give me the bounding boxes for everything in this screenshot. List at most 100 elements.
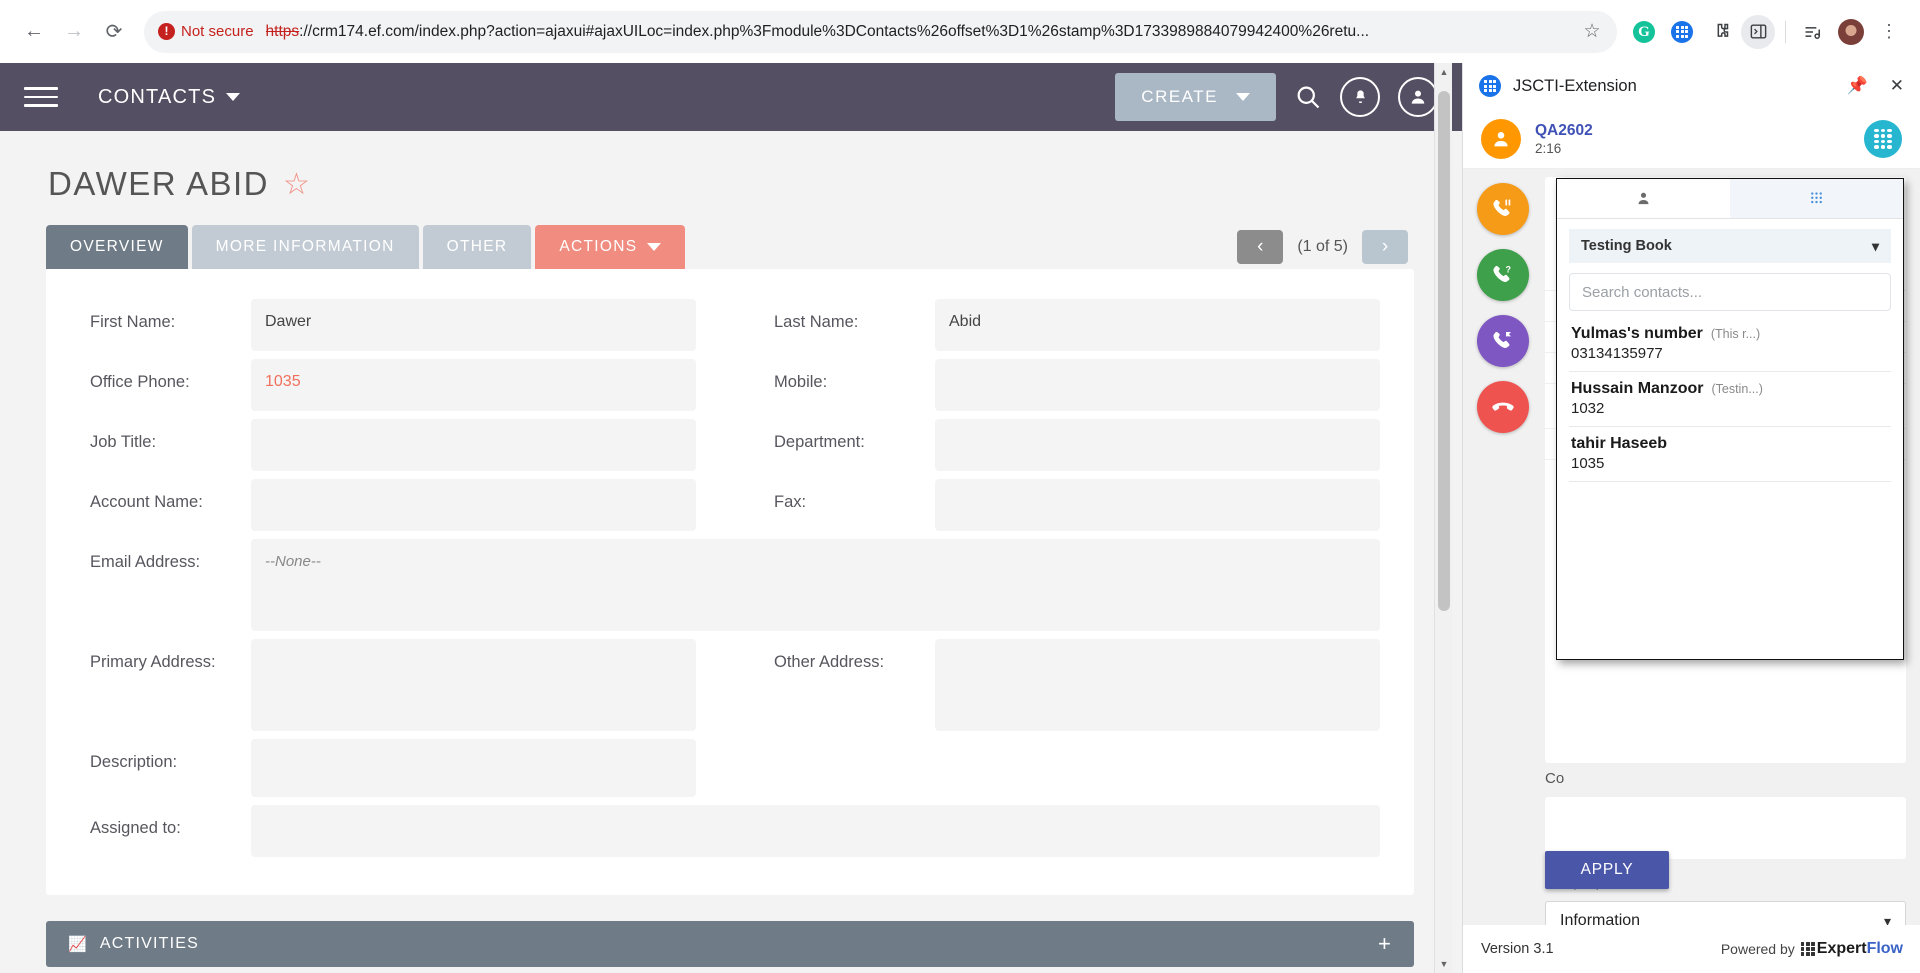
media-playlist-icon[interactable]	[1796, 15, 1830, 49]
field-value[interactable]	[935, 359, 1380, 411]
crm-top-actions: CREATE	[1115, 73, 1438, 121]
chevron-down-icon	[647, 243, 661, 251]
powered-by-label: Powered by	[1721, 941, 1795, 957]
star-icon[interactable]: ☆	[1575, 15, 1609, 49]
tab-label: OTHER	[447, 238, 508, 255]
agent-status-bar: QA2602 2:16	[1463, 109, 1920, 169]
back-arrow-icon[interactable]: ←	[14, 12, 54, 52]
section-activities[interactable]: 📈 ACTIVITIES +	[46, 921, 1414, 967]
field-value[interactable]	[935, 639, 1380, 731]
url-rest: ://crm174.ef.com/index.php?action=ajaxui…	[299, 23, 1369, 40]
hold-call-button[interactable]	[1477, 183, 1529, 235]
field-value[interactable]	[935, 479, 1380, 531]
create-button[interactable]: CREATE	[1115, 73, 1276, 121]
tab-contacts-person[interactable]	[1557, 179, 1730, 218]
actions-dropdown-button[interactable]: ACTIONS	[535, 225, 685, 269]
contacts-search-input[interactable]: Search contacts...	[1569, 273, 1891, 311]
field-label: Office Phone:	[46, 359, 251, 392]
field-value[interactable]	[251, 639, 696, 731]
tab-contacts-dialpad[interactable]	[1730, 179, 1903, 218]
forward-arrow-icon[interactable]: →	[54, 12, 94, 52]
field-spacer	[730, 735, 1414, 801]
tab-overview[interactable]: OVERVIEW	[46, 225, 188, 269]
prev-record-button[interactable]: ‹	[1237, 230, 1283, 264]
field-label: Fax:	[730, 479, 935, 512]
field-label: Email Address:	[46, 539, 251, 572]
field-value[interactable]: --None--	[251, 539, 1380, 631]
field-value[interactable]: Abid	[935, 299, 1380, 351]
expertflow-dots-icon	[1801, 942, 1815, 956]
star-outline-icon[interactable]: ☆	[283, 167, 310, 202]
field-value[interactable]	[935, 419, 1380, 471]
jscti-extension-icon[interactable]	[1665, 15, 1699, 49]
transfer-call-button[interactable]	[1477, 315, 1529, 367]
chrome-menu-icon[interactable]: ⋮	[1872, 15, 1906, 49]
contacts-popup-body: Testing Book ▾ Search contacts... Yulmas…	[1557, 219, 1903, 482]
pager-label: (1 of 5)	[1297, 238, 1348, 256]
field-label: First Name:	[46, 299, 251, 332]
field-office-phone: Office Phone: 1035	[46, 355, 730, 415]
tab-more-information[interactable]: MORE INFORMATION	[192, 225, 419, 269]
extensions-puzzle-icon[interactable]	[1703, 15, 1737, 49]
field-label: Other Address:	[730, 639, 935, 672]
scroll-up-icon[interactable]: ▲	[1435, 63, 1453, 81]
address-bar[interactable]: ! Not secure https://crm174.ef.com/index…	[144, 11, 1617, 53]
tab-other[interactable]: OTHER	[423, 225, 532, 269]
security-status[interactable]: ! Not secure	[158, 23, 266, 40]
contact-name-row: Hussain Manzoor (Testin...)	[1571, 380, 1889, 398]
url-scheme: https	[266, 23, 300, 40]
contact-name: Hussain Manzoor	[1571, 380, 1703, 398]
notifications-bell-icon[interactable]	[1340, 77, 1380, 117]
field-label: Job Title:	[46, 419, 251, 452]
record-tabs: OVERVIEW MORE INFORMATION OTHER ACTIONS …	[0, 203, 1462, 269]
contact-list-item[interactable]: tahir Haseeb 1035	[1569, 427, 1891, 482]
module-selector[interactable]: CONTACTS	[98, 86, 240, 109]
contact-list-item[interactable]: Hussain Manzoor (Testin...) 1032	[1569, 372, 1891, 427]
expand-icon[interactable]: +	[1378, 931, 1392, 957]
user-account-icon[interactable]	[1398, 77, 1438, 117]
contact-number: 1032	[1571, 400, 1889, 417]
brand-first: Expert	[1817, 940, 1867, 958]
field-value[interactable]: Dawer	[251, 299, 696, 351]
search-placeholder: Search contacts...	[1582, 284, 1702, 301]
field-value[interactable]	[251, 805, 1380, 857]
search-icon[interactable]	[1294, 83, 1322, 111]
field-value[interactable]	[251, 479, 696, 531]
hangup-call-button[interactable]	[1477, 381, 1529, 433]
page-scrollbar[interactable]: ▲ ▼	[1434, 63, 1452, 973]
field-primary-address: Primary Address:	[46, 635, 730, 735]
contact-name-row: tahir Haseeb	[1571, 435, 1889, 453]
screen: ← → ⟳ ! Not secure https://crm174.ef.com…	[0, 0, 1920, 973]
side-panel-actions: 📌 ✕	[1847, 76, 1904, 96]
pin-icon[interactable]: 📌	[1847, 76, 1868, 96]
contact-name: Yulmas's number	[1571, 325, 1703, 343]
grammarly-extension-icon[interactable]: G	[1627, 15, 1661, 49]
contact-list-item[interactable]: Yulmas's number (This r...) 03134135977	[1569, 317, 1891, 372]
toolbar-divider	[1785, 21, 1786, 43]
field-other-address: Other Address:	[730, 635, 1414, 735]
reload-icon[interactable]: ⟳	[94, 12, 134, 52]
close-icon[interactable]: ✕	[1890, 76, 1904, 96]
agent-avatar-icon	[1481, 119, 1521, 159]
phonebook-selector[interactable]: Testing Book ▾	[1569, 229, 1891, 263]
field-row: Office Phone: 1035 Mobile:	[46, 355, 1414, 415]
activities-chart-icon: 📈	[68, 935, 88, 953]
contact-name: tahir Haseeb	[1571, 435, 1667, 453]
contacts-popup: Testing Book ▾ Search contacts... Yulmas…	[1556, 178, 1904, 660]
field-value[interactable]	[251, 419, 696, 471]
scrollbar-thumb[interactable]	[1438, 91, 1450, 611]
profile-avatar-icon[interactable]	[1834, 15, 1868, 49]
field-label: Account Name:	[46, 479, 251, 512]
consult-call-button[interactable]: ?	[1477, 249, 1529, 301]
url-text: https://crm174.ef.com/index.php?action=a…	[266, 23, 1575, 41]
side-panel-icon[interactable]	[1741, 15, 1775, 49]
scroll-down-icon[interactable]: ▼	[1435, 955, 1453, 973]
dialpad-icon[interactable]	[1864, 120, 1902, 158]
hamburger-menu-icon[interactable]	[24, 87, 58, 107]
chevron-down-icon	[1236, 93, 1250, 101]
field-value[interactable]	[251, 739, 696, 797]
call-control-rail: ?	[1477, 183, 1543, 433]
apply-button[interactable]: APPLY	[1545, 851, 1669, 889]
next-record-button[interactable]: ›	[1362, 230, 1408, 264]
field-value[interactable]: 1035	[251, 359, 696, 411]
